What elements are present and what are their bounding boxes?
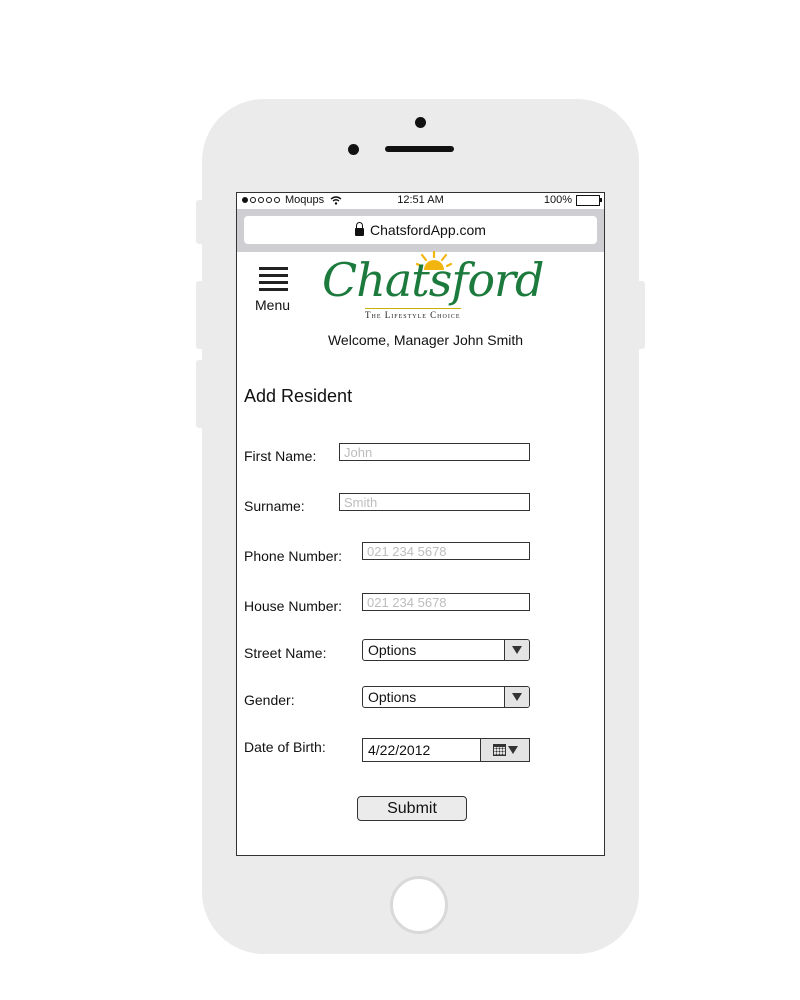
hamburger-icon [259,267,288,291]
battery-percent: 100% [543,194,572,206]
gender-value: Options [368,689,417,705]
house-number-input[interactable] [362,593,530,611]
menu-label: Menu [255,297,291,313]
submit-button[interactable]: Submit [357,796,467,821]
street-name-value: Options [368,642,417,658]
battery-status: 100% [543,194,602,206]
dropdown-arrow-icon[interactable] [504,640,529,660]
phone-number-input[interactable] [362,542,530,560]
street-name-label: Street Name: [244,645,327,661]
browser-url-bar: ChatsfordApp.com [237,209,604,252]
gender-label: Gender: [244,692,295,708]
logo-tagline: The Lifestyle Choice [365,308,461,320]
first-name-input[interactable] [339,443,530,461]
status-bar: Moqups 12:51 AM 100% [237,193,604,208]
welcome-message: Welcome, Manager John Smith [327,332,524,348]
lock-icon [355,222,365,236]
home-button[interactable] [390,876,448,934]
surname-label: Surname: [244,498,305,514]
page-title: Add Resident [244,386,353,406]
dropdown-arrow-icon[interactable] [504,687,529,707]
battery-icon [576,194,602,206]
calendar-icon [492,744,506,756]
url-text: ChatsfordApp.com [370,222,486,238]
first-name-label: First Name: [244,448,317,464]
earpiece-speaker [385,146,454,152]
mockup-stage: Moqups 12:51 AM 100% ChatsfordApp.com Me… [0,0,800,1000]
gender-select[interactable]: Options [362,686,530,708]
date-of-birth-value: 4/22/2012 [368,742,431,758]
date-of-birth-label: Date of Birth: [244,739,326,755]
url-field[interactable]: ChatsfordApp.com [244,216,597,244]
proximity-sensor [348,144,359,155]
street-name-select[interactable]: Options [362,639,530,661]
phone-screen: Moqups 12:51 AM 100% ChatsfordApp.com Me… [236,192,605,856]
front-camera [415,117,426,128]
chevron-down-icon [507,746,518,754]
phone-number-label: Phone Number: [244,548,343,564]
logo-wordmark: Chatsford [322,253,544,307]
surname-input[interactable] [339,493,530,511]
house-number-label: House Number: [244,598,343,614]
chatsford-logo: Chatsford The Lifestyle Choice [322,251,544,325]
menu-button[interactable]: Menu [255,265,293,315]
date-of-birth-picker[interactable]: 4/22/2012 [362,738,530,762]
date-picker-button[interactable] [480,739,529,761]
